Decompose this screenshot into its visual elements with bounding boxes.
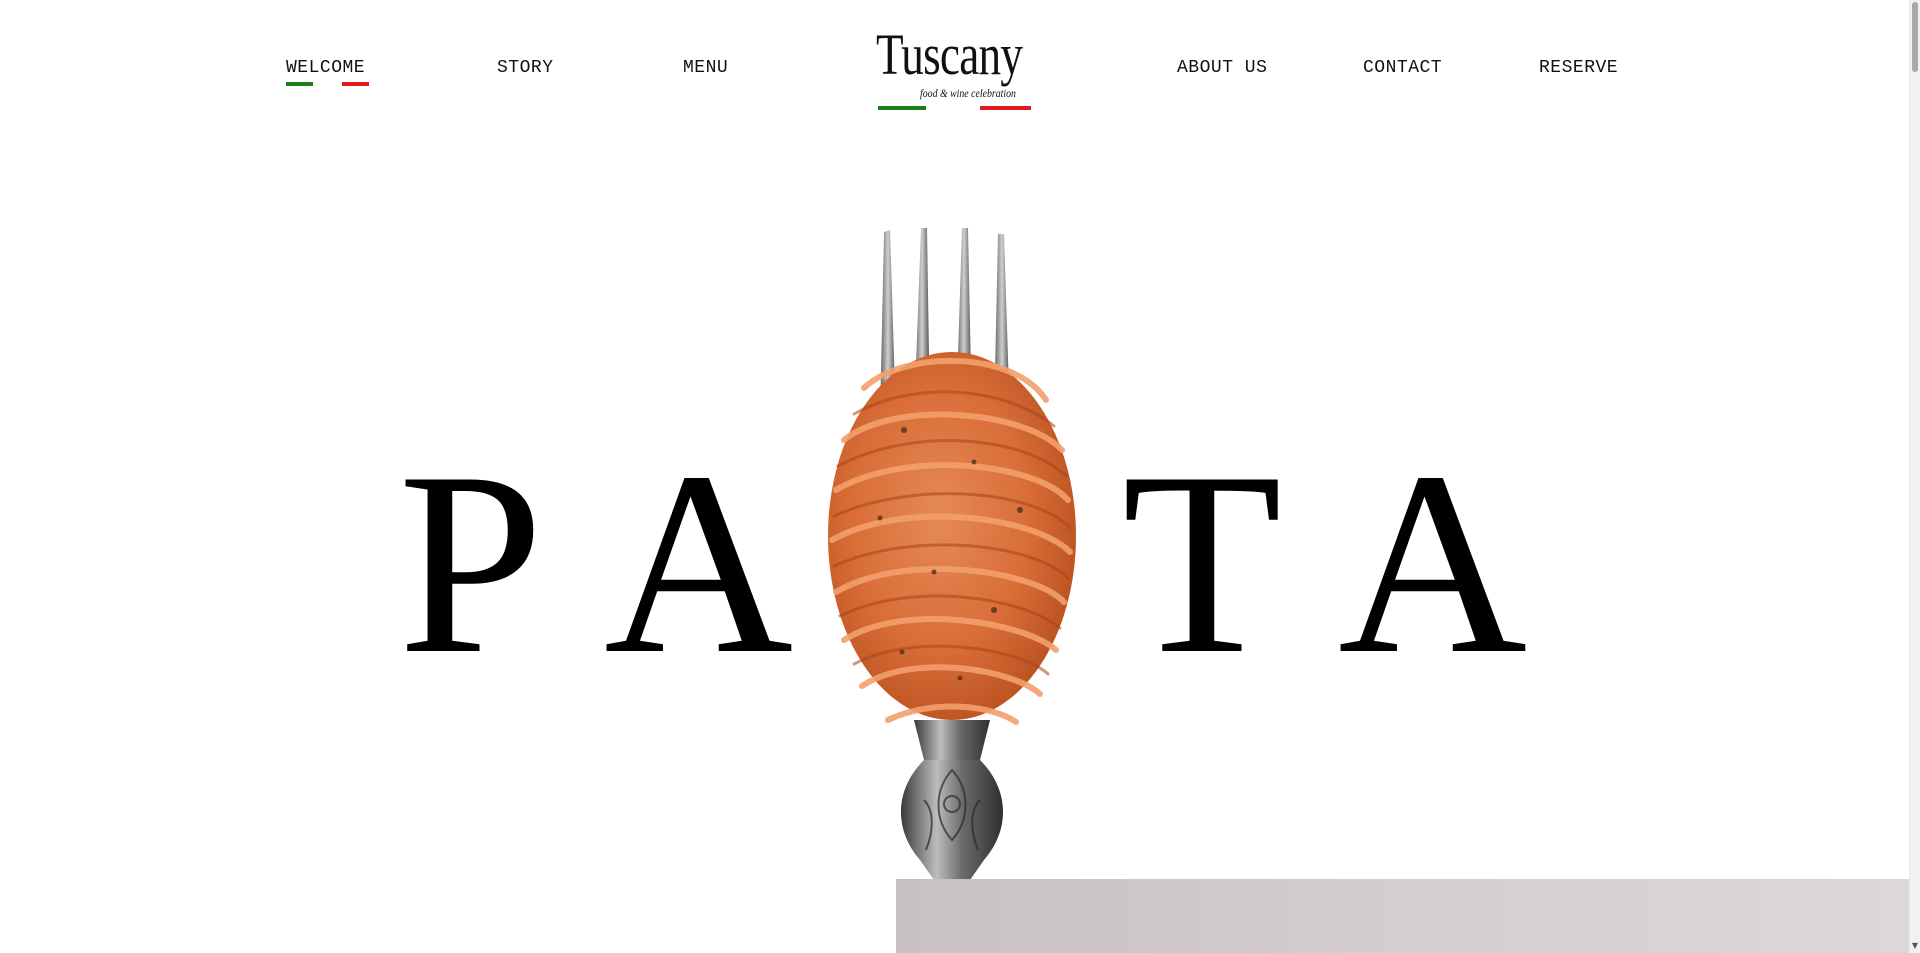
page-scrollbar[interactable]: ▼ bbox=[1909, 0, 1920, 953]
logo-tagline: food & wine celebration bbox=[920, 86, 1016, 100]
logo-underline-red bbox=[980, 106, 1031, 110]
hero-letter-a2: A bbox=[1338, 418, 1528, 708]
hero-letter-p: P bbox=[398, 418, 544, 708]
active-underline-red bbox=[342, 82, 369, 86]
nav-link-story-label: STORY bbox=[497, 58, 554, 78]
nav-link-story[interactable]: STORY bbox=[497, 58, 554, 78]
logo-underline-green bbox=[878, 106, 926, 110]
next-section-image bbox=[896, 879, 1910, 953]
nav-link-contact-label: CONTACT bbox=[1363, 58, 1443, 78]
nav-link-menu[interactable]: MENU bbox=[683, 58, 728, 78]
active-underline-green bbox=[286, 82, 313, 86]
hero-letter-a1: A bbox=[604, 418, 794, 708]
logo-wordmark: Tuscany bbox=[876, 22, 1023, 87]
nav-link-welcome-label: WELCOME bbox=[286, 58, 366, 78]
logo[interactable]: Tuscany food & wine celebration bbox=[876, 26, 1032, 114]
hero-section: P A T A bbox=[0, 200, 1910, 880]
scroll-down-arrow-icon[interactable]: ▼ bbox=[1910, 939, 1920, 953]
nav-link-about-us-label: ABOUT US bbox=[1177, 58, 1268, 78]
nav-link-welcome[interactable]: WELCOME bbox=[286, 58, 369, 86]
pasta-fork-image bbox=[828, 228, 1076, 880]
nav-link-reserve-label: RESERVE bbox=[1539, 58, 1619, 78]
nav-link-contact[interactable]: CONTACT bbox=[1363, 58, 1442, 78]
nav-link-about-us[interactable]: ABOUT US bbox=[1177, 58, 1267, 78]
hero-letter-t: T bbox=[1122, 418, 1283, 708]
nav-link-menu-label: MENU bbox=[683, 58, 729, 78]
scrollbar-thumb[interactable] bbox=[1912, 2, 1918, 72]
nav-link-reserve[interactable]: RESERVE bbox=[1539, 58, 1618, 78]
main-nav: WELCOME STORY MENU Tuscany food & wine c… bbox=[0, 0, 1910, 130]
